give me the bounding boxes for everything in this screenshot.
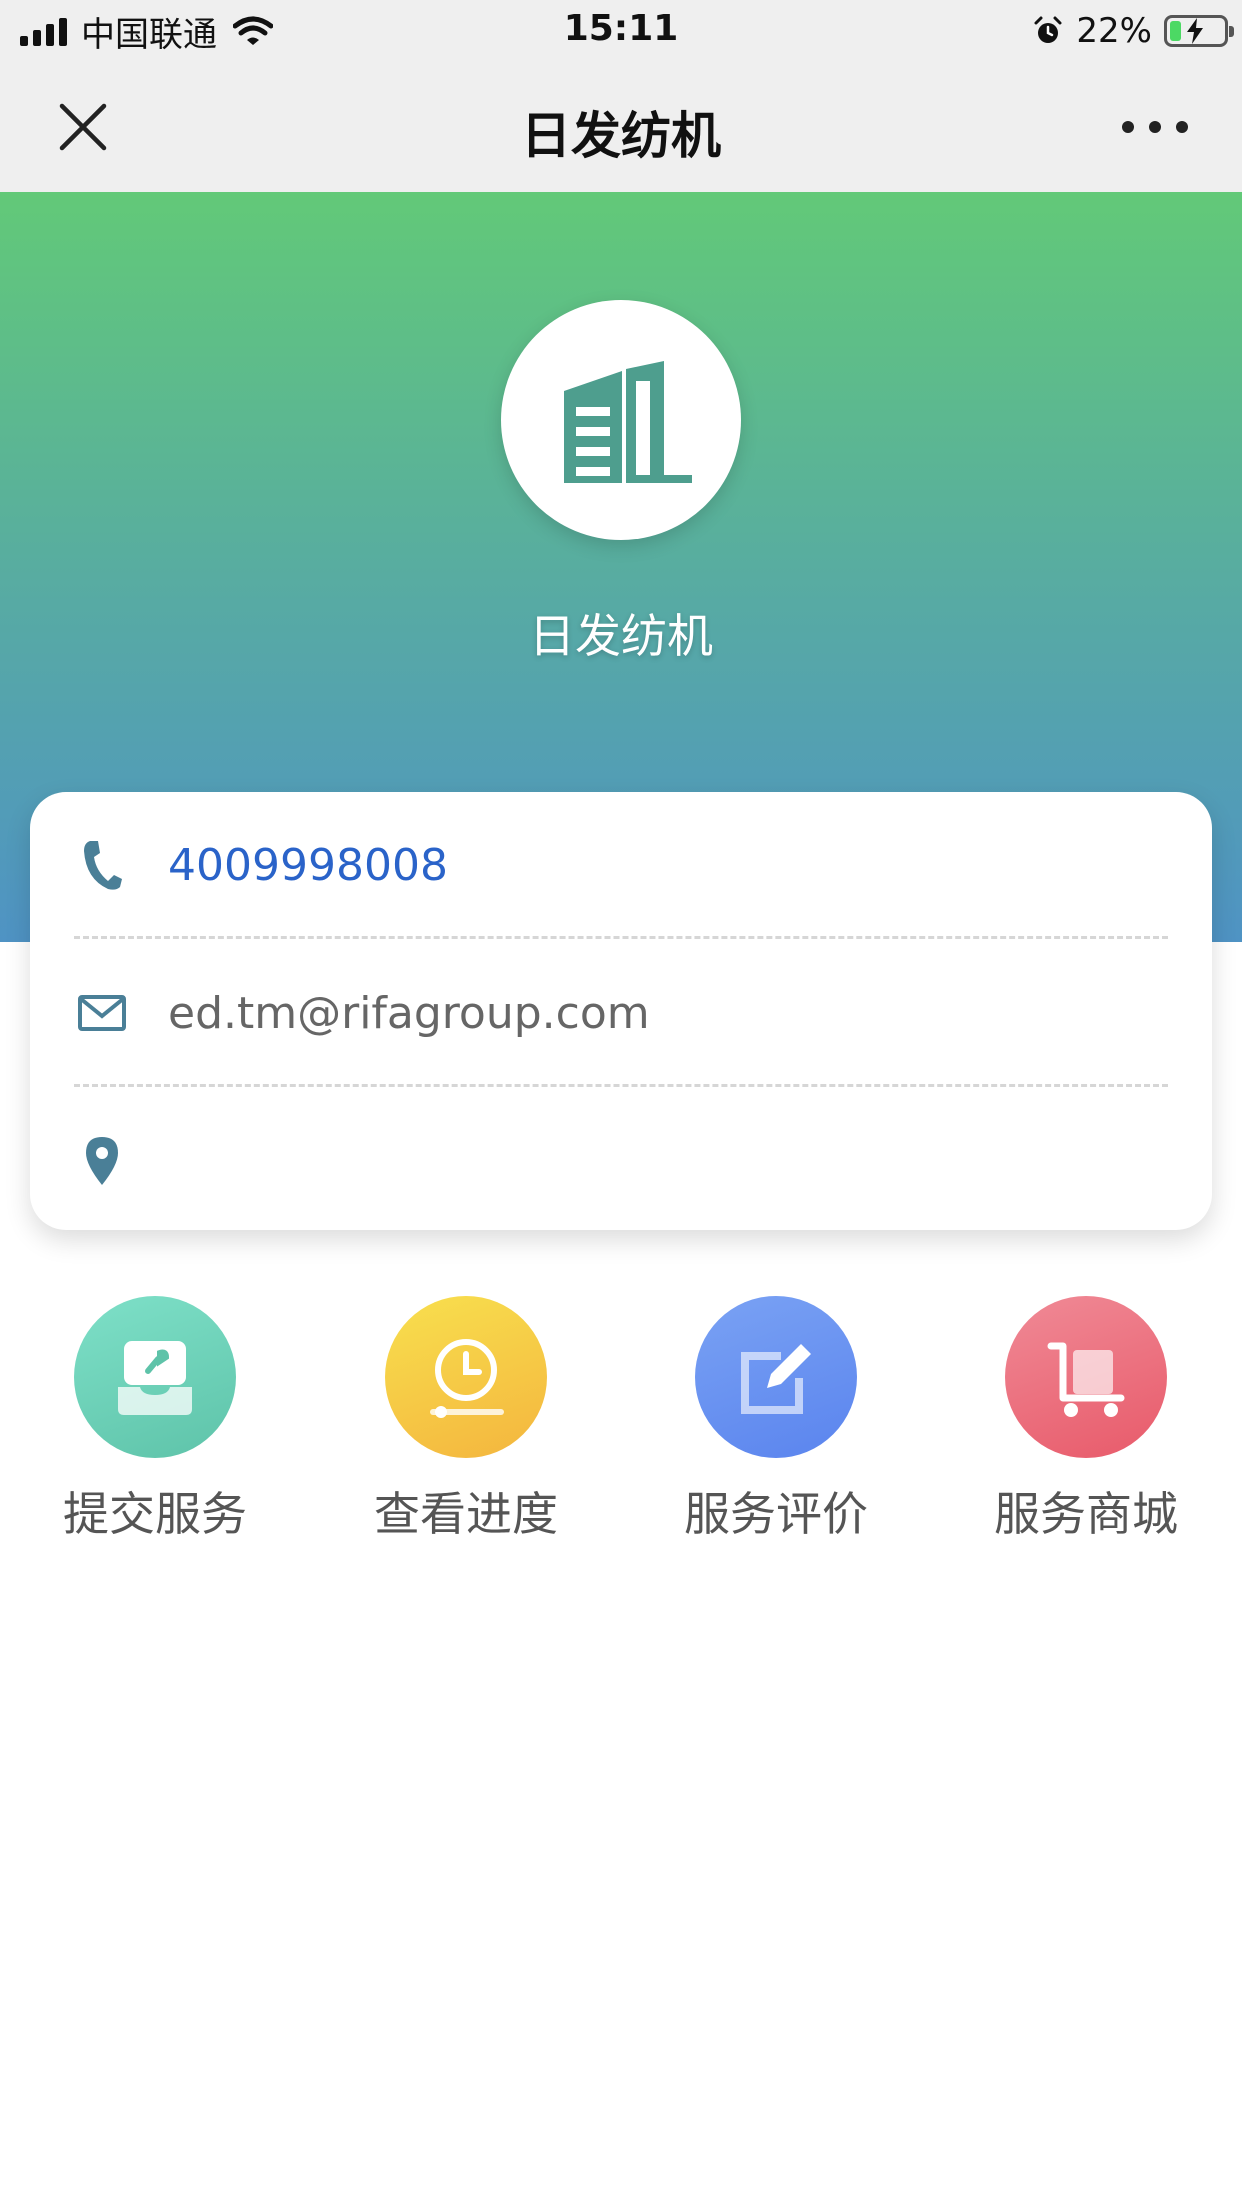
menu-view-progress[interactable]: 查看进度 xyxy=(311,1296,621,1556)
phone-number[interactable]: 4009998008 xyxy=(168,840,448,891)
more-icon[interactable] xyxy=(1122,114,1188,140)
status-bar: 中国联通 15:11 22% xyxy=(0,0,1242,62)
edit-review-icon xyxy=(695,1296,857,1458)
menu-label: 提交服务 xyxy=(63,1487,247,1541)
menu-service-mall[interactable]: 服务商城 xyxy=(931,1296,1241,1556)
company-logo xyxy=(501,300,741,540)
phone-icon xyxy=(74,837,130,893)
service-desk-icon xyxy=(74,1296,236,1458)
menu-submit-service[interactable]: 提交服务 xyxy=(0,1296,310,1556)
battery-percent: 22% xyxy=(1076,11,1152,51)
mail-icon xyxy=(74,985,130,1041)
nav-bar: 日发纺机 xyxy=(0,62,1242,192)
battery-icon xyxy=(1164,15,1234,47)
menu-label: 服务评价 xyxy=(684,1487,868,1541)
charging-bolt-icon xyxy=(1187,18,1203,44)
page-title: 日发纺机 xyxy=(521,107,721,165)
status-right: 22% xyxy=(1032,10,1234,52)
menu-label: 查看进度 xyxy=(374,1487,558,1541)
cart-icon xyxy=(1005,1296,1167,1458)
contact-card: 4009998008 ed.tm@rifagroup.com xyxy=(30,792,1212,1230)
service-menu: 提交服务 查看进度 服务评价 服务商城 xyxy=(0,1296,1242,1556)
menu-service-review[interactable]: 服务评价 xyxy=(621,1296,931,1556)
email-address[interactable]: ed.tm@rifagroup.com xyxy=(168,988,650,1039)
location-pin-icon xyxy=(74,1133,130,1189)
divider xyxy=(74,936,1168,939)
alarm-icon xyxy=(1034,16,1062,43)
address-row[interactable] xyxy=(74,1088,1168,1234)
divider xyxy=(74,1084,1168,1087)
email-row[interactable]: ed.tm@rifagroup.com xyxy=(74,940,1168,1086)
phone-row[interactable]: 4009998008 xyxy=(74,792,1168,938)
battery-fill xyxy=(1170,21,1181,41)
building-icon xyxy=(564,361,692,483)
clock-progress-icon xyxy=(385,1296,547,1458)
company-name: 日发纺机 xyxy=(529,609,713,663)
menu-label: 服务商城 xyxy=(994,1487,1178,1541)
